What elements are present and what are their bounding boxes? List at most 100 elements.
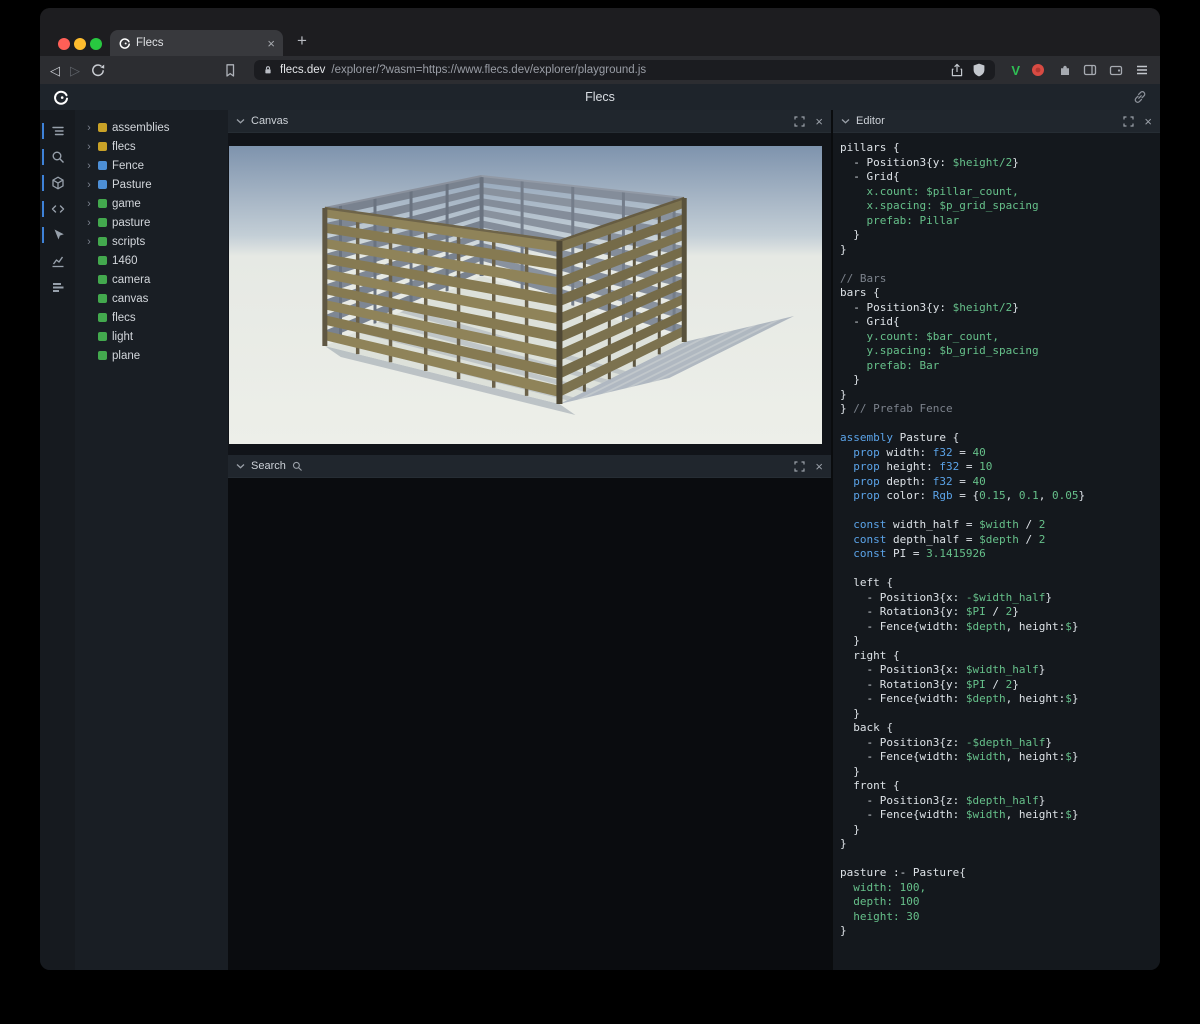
expand-chevron-icon[interactable]: › <box>85 179 93 191</box>
code-line[interactable]: prop height: f32 = 10 <box>840 460 1160 475</box>
tree-item-game[interactable]: ›game <box>75 194 228 213</box>
new-tab-button[interactable]: + <box>292 31 312 51</box>
code-line[interactable]: // Bars <box>840 272 1160 287</box>
code-editor[interactable]: pillars { - Position3{y: $height/2} - Gr… <box>833 133 1160 970</box>
rail-button-inspect[interactable] <box>46 226 70 244</box>
v-extension-icon[interactable]: V <box>1011 63 1020 78</box>
tree-item-camera[interactable]: camera <box>75 270 228 289</box>
rail-button-chart[interactable] <box>46 252 70 270</box>
expand-icon[interactable] <box>1123 116 1134 127</box>
search-results-area[interactable] <box>228 478 831 970</box>
code-line[interactable]: back { <box>840 721 1160 736</box>
code-line[interactable]: - Grid{ <box>840 315 1160 330</box>
tree-item-plane[interactable]: plane <box>75 346 228 365</box>
code-line[interactable]: prefab: Bar <box>840 359 1160 374</box>
browser-tab[interactable]: Flecs × <box>110 30 283 56</box>
canvas-viewport[interactable] <box>228 133 831 455</box>
code-line[interactable]: left { <box>840 576 1160 591</box>
code-line[interactable]: - Position3{y: $height/2} <box>840 301 1160 316</box>
code-line[interactable]: - Fence{width: $depth, height:$} <box>840 620 1160 635</box>
rail-button-code[interactable] <box>46 200 70 218</box>
code-line[interactable]: } <box>840 837 1160 852</box>
code-line[interactable] <box>840 257 1160 272</box>
rail-button-scene[interactable] <box>46 174 70 192</box>
chevron-down-icon[interactable] <box>236 118 245 124</box>
record-extension-icon[interactable] <box>1030 62 1046 78</box>
code-line[interactable]: - Position3{z: $depth_half} <box>840 794 1160 809</box>
code-line[interactable]: - Rotation3{y: $PI / 2} <box>840 605 1160 620</box>
code-line[interactable]: prop width: f32 = 40 <box>840 446 1160 461</box>
code-line[interactable]: x.spacing: $p_grid_spacing <box>840 199 1160 214</box>
tab-close-icon[interactable]: × <box>267 36 275 51</box>
expand-chevron-icon[interactable]: › <box>85 141 93 153</box>
code-line[interactable]: height: 30 <box>840 910 1160 925</box>
code-line[interactable]: const depth_half = $depth / 2 <box>840 533 1160 548</box>
code-line[interactable]: prop color: Rgb = {0.15, 0.1, 0.05} <box>840 489 1160 504</box>
code-line[interactable]: } <box>840 823 1160 838</box>
code-line[interactable] <box>840 417 1160 432</box>
close-icon[interactable]: × <box>1144 115 1152 128</box>
expand-icon[interactable] <box>794 461 805 472</box>
expand-chevron-icon[interactable]: › <box>85 122 93 134</box>
code-line[interactable]: } <box>840 228 1160 243</box>
code-line[interactable]: } <box>840 924 1160 939</box>
code-line[interactable]: - Grid{ <box>840 170 1160 185</box>
back-button[interactable]: ◁ <box>50 64 60 77</box>
code-line[interactable]: - Position3{x: -$width_half} <box>840 591 1160 606</box>
code-line[interactable]: prefab: Pillar <box>840 214 1160 229</box>
share-icon[interactable] <box>949 62 965 78</box>
tree-item-1460[interactable]: 1460 <box>75 251 228 270</box>
code-line[interactable]: } <box>840 707 1160 722</box>
expand-chevron-icon[interactable]: › <box>85 198 93 210</box>
rail-button-search[interactable] <box>46 148 70 166</box>
code-line[interactable]: } <box>840 765 1160 780</box>
code-line[interactable]: - Fence{width: $width, height:$} <box>840 750 1160 765</box>
code-line[interactable] <box>840 504 1160 519</box>
code-line[interactable]: const width_half = $width / 2 <box>840 518 1160 533</box>
wallet-icon[interactable] <box>1108 62 1124 78</box>
tree-item-flecs[interactable]: flecs <box>75 308 228 327</box>
expand-icon[interactable] <box>794 116 805 127</box>
window-minimize-button[interactable] <box>74 38 86 50</box>
chevron-down-icon[interactable] <box>236 463 245 469</box>
tree-item-canvas[interactable]: canvas <box>75 289 228 308</box>
code-line[interactable]: x.count: $pillar_count, <box>840 185 1160 200</box>
code-line[interactable]: - Position3{y: $height/2} <box>840 156 1160 171</box>
bookmark-icon[interactable] <box>222 62 238 78</box>
close-icon[interactable]: × <box>815 115 823 128</box>
tree-item-flecs[interactable]: ›flecs <box>75 137 228 156</box>
code-line[interactable]: const PI = 3.1415926 <box>840 547 1160 562</box>
code-line[interactable]: - Rotation3{y: $PI / 2} <box>840 678 1160 693</box>
tree-item-light[interactable]: light <box>75 327 228 346</box>
code-line[interactable]: } <box>840 388 1160 403</box>
code-line[interactable]: y.count: $bar_count, <box>840 330 1160 345</box>
code-line[interactable]: bars { <box>840 286 1160 301</box>
code-line[interactable]: front { <box>840 779 1160 794</box>
tree-item-assemblies[interactable]: ›assemblies <box>75 118 228 137</box>
code-line[interactable]: right { <box>840 649 1160 664</box>
menu-icon[interactable] <box>1134 62 1150 78</box>
rail-button-entity-tree[interactable] <box>46 122 70 140</box>
chevron-down-icon[interactable] <box>841 118 850 124</box>
window-zoom-button[interactable] <box>90 38 102 50</box>
code-line[interactable]: - Fence{width: $depth, height:$} <box>840 692 1160 707</box>
tree-item-pasture[interactable]: ›pasture <box>75 213 228 232</box>
code-line[interactable]: prop depth: f32 = 40 <box>840 475 1160 490</box>
expand-chevron-icon[interactable]: › <box>85 160 93 172</box>
code-line[interactable]: } // Prefab Fence <box>840 402 1160 417</box>
code-line[interactable]: - Position3{x: $width_half} <box>840 663 1160 678</box>
code-line[interactable]: } <box>840 373 1160 388</box>
code-line[interactable]: pillars { <box>840 141 1160 156</box>
code-line[interactable]: - Position3{z: -$depth_half} <box>840 736 1160 751</box>
tree-item-Pasture[interactable]: ›Pasture <box>75 175 228 194</box>
code-line[interactable] <box>840 852 1160 867</box>
code-line[interactable]: - Fence{width: $width, height:$} <box>840 808 1160 823</box>
reload-button[interactable] <box>90 62 106 78</box>
code-line[interactable]: assembly Pasture { <box>840 431 1160 446</box>
expand-chevron-icon[interactable]: › <box>85 217 93 229</box>
window-close-button[interactable] <box>58 38 70 50</box>
tree-item-scripts[interactable]: ›scripts <box>75 232 228 251</box>
code-line[interactable]: } <box>840 634 1160 649</box>
code-line[interactable]: pasture :- Pasture{ <box>840 866 1160 881</box>
shield-icon[interactable] <box>971 62 987 78</box>
